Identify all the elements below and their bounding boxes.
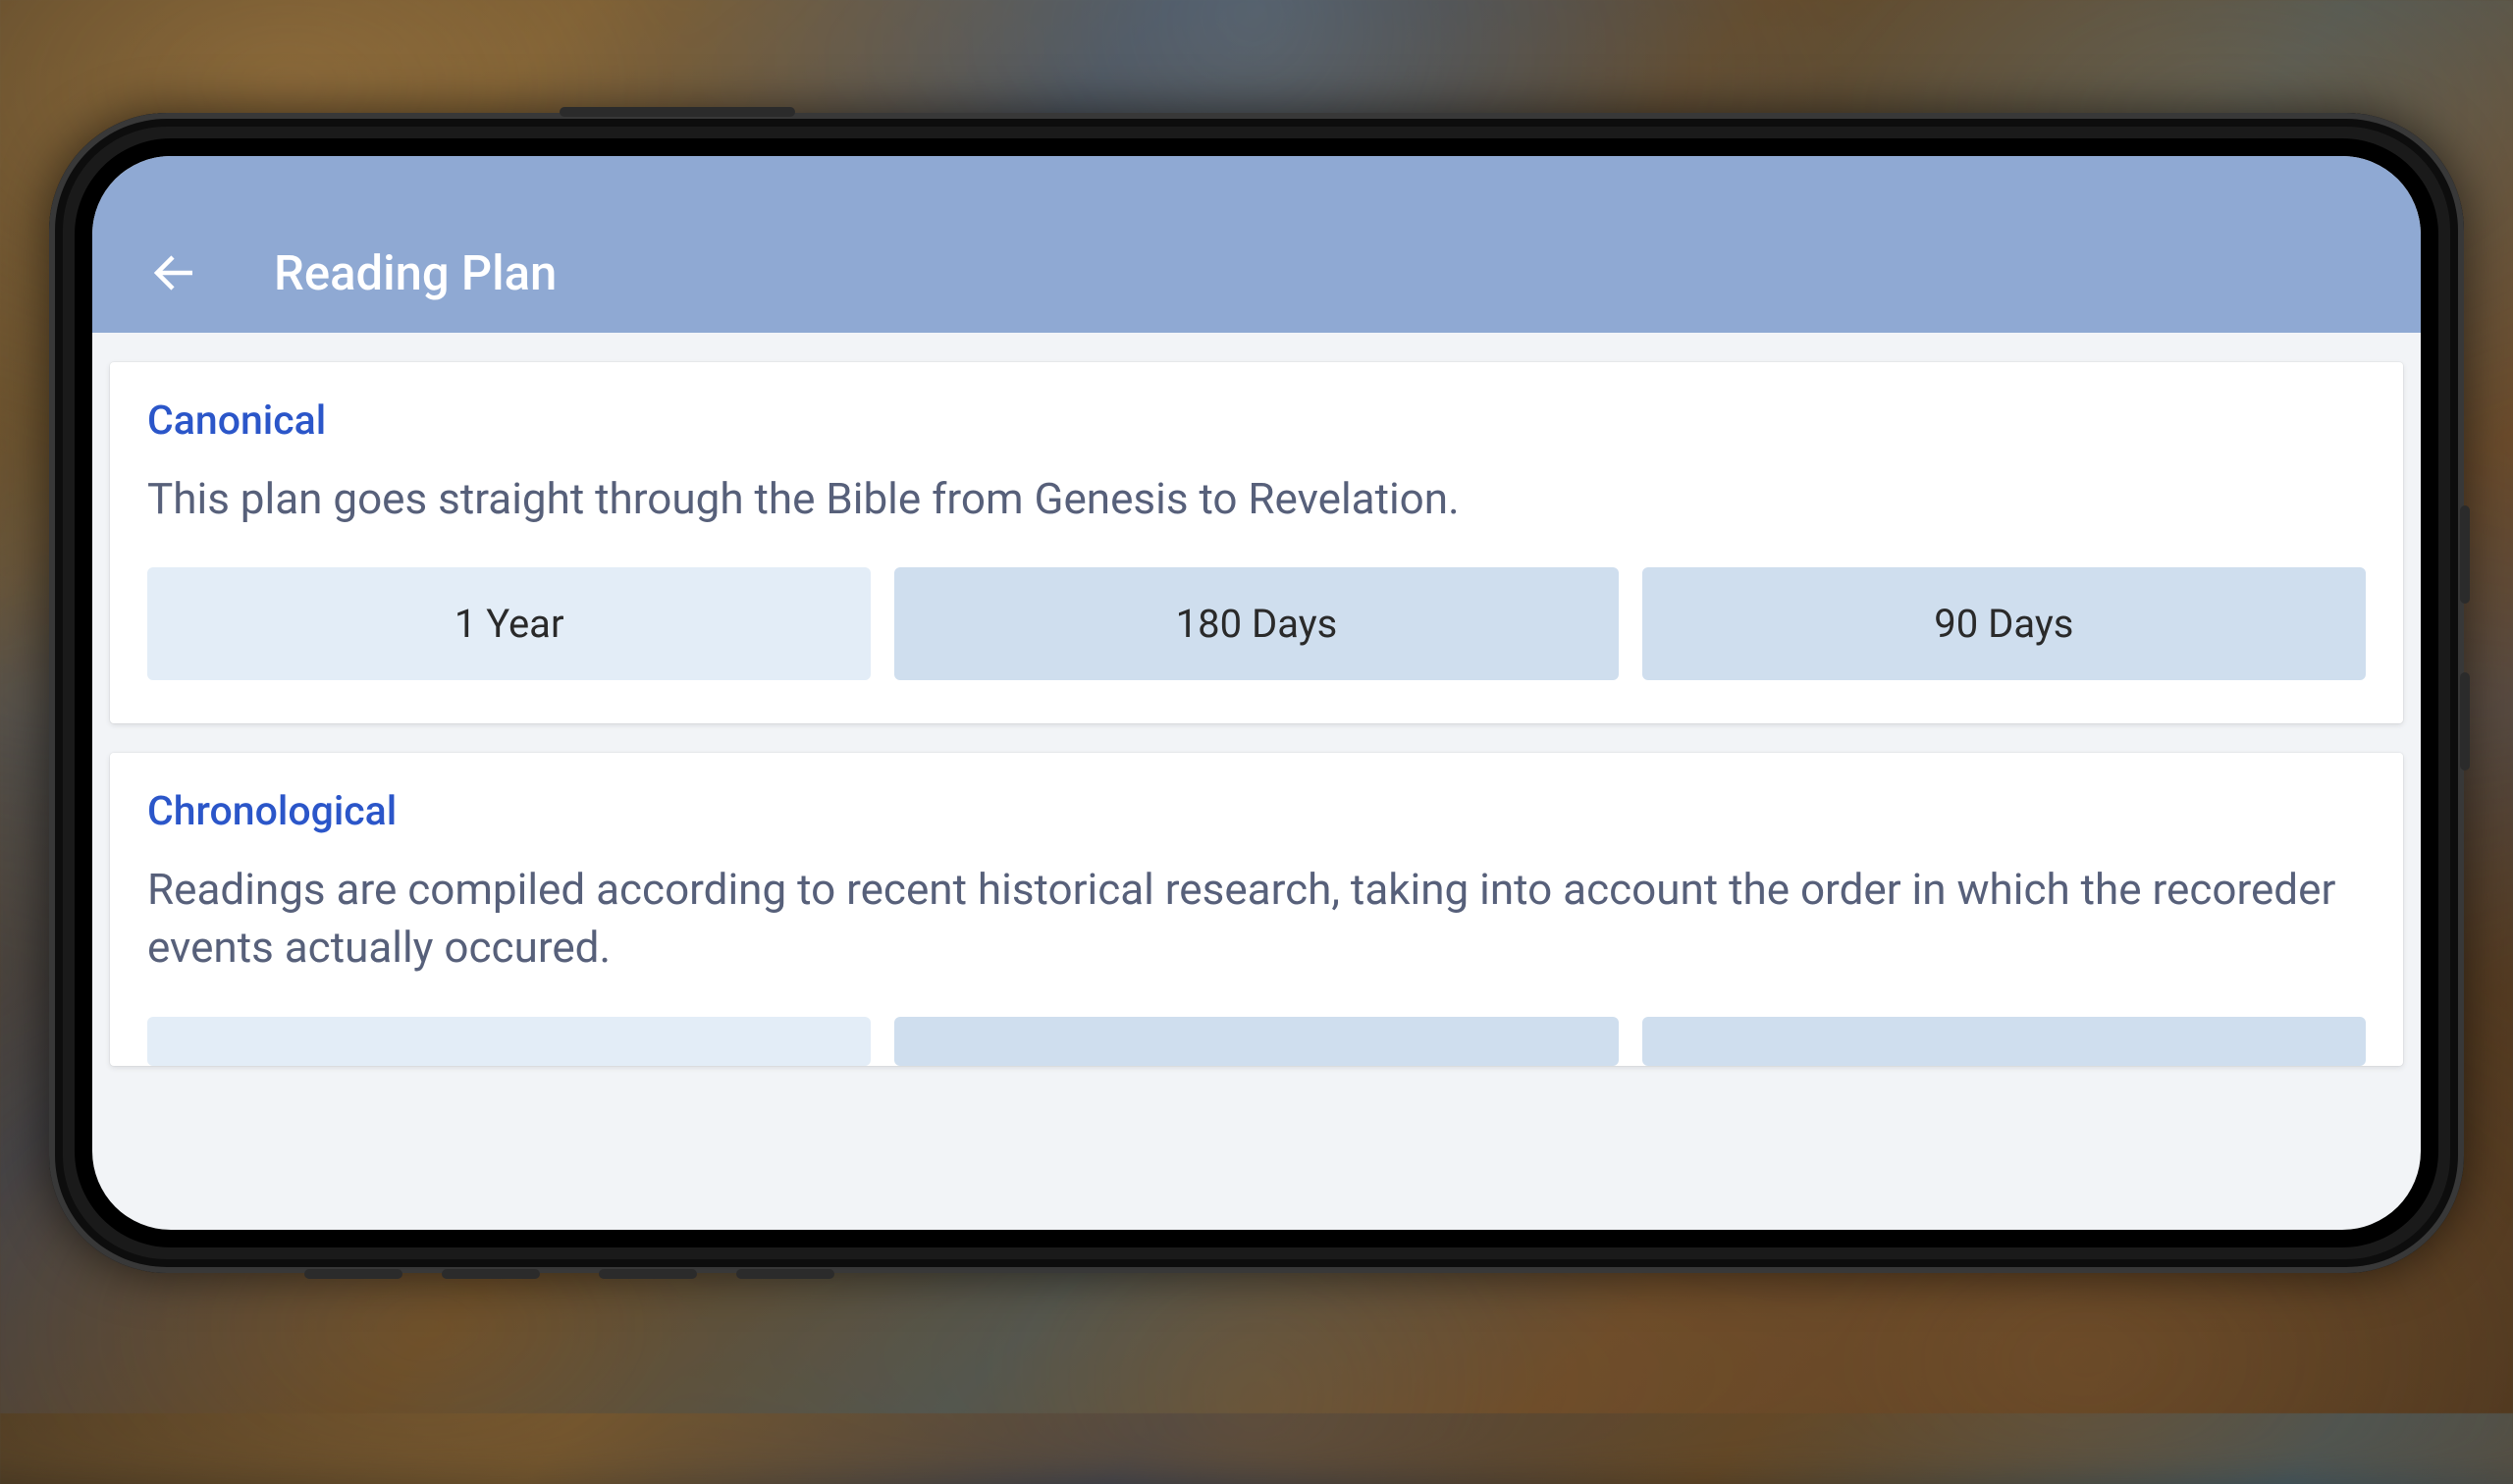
device-button: [442, 1269, 540, 1279]
duration-180-days-button[interactable]: 180 Days: [894, 567, 1618, 680]
device-frame: Reading Plan Canonical This plan goes st…: [49, 113, 2464, 1273]
plan-title: Canonical: [147, 398, 2366, 445]
duration-1-year-button[interactable]: 1 Year: [147, 567, 871, 680]
back-button[interactable]: [149, 247, 200, 298]
plan-description: This plan goes straight through the Bibl…: [147, 470, 2366, 528]
device-button: [304, 1269, 402, 1279]
duration-row: [147, 1017, 2366, 1066]
app-header: Reading Plan: [92, 156, 2421, 333]
plan-description: Readings are compiled according to recen…: [147, 861, 2366, 978]
device-button: [2460, 672, 2470, 770]
plan-title: Chronological: [147, 788, 2366, 835]
duration-button[interactable]: [894, 1017, 1618, 1066]
device-button: [736, 1269, 834, 1279]
plan-card-chronological: Chronological Readings are compiled acco…: [110, 753, 2403, 1066]
duration-90-days-button[interactable]: 90 Days: [1642, 567, 2366, 680]
content-area[interactable]: Canonical This plan goes straight throug…: [92, 333, 2421, 1230]
duration-row: 1 Year 180 Days 90 Days: [147, 567, 2366, 680]
device-button: [599, 1269, 697, 1279]
page-title: Reading Plan: [274, 245, 557, 301]
arrow-left-icon: [151, 249, 198, 296]
device-notch: [560, 107, 795, 117]
duration-button[interactable]: [1642, 1017, 2366, 1066]
duration-button[interactable]: [147, 1017, 871, 1066]
app-screen: Reading Plan Canonical This plan goes st…: [92, 156, 2421, 1230]
plan-card-canonical: Canonical This plan goes straight throug…: [110, 362, 2403, 723]
device-button: [2460, 505, 2470, 604]
